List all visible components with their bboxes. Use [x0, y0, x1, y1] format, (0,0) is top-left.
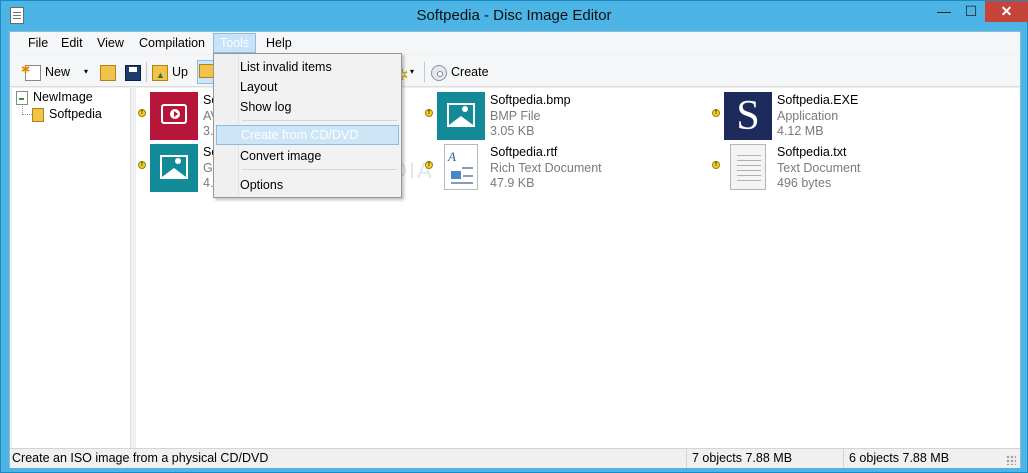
toolbar-separator	[146, 62, 147, 82]
file-name: Softpedia.txt	[777, 145, 847, 159]
menu-help[interactable]: Help	[260, 33, 298, 53]
file-name: Softpedia.rtf	[490, 145, 558, 159]
warning-icon: !	[712, 109, 720, 117]
status-bar: Create an ISO image from a physical CD/D…	[10, 448, 1020, 468]
menu-item-layout[interactable]: Layout	[216, 77, 399, 97]
disc-icon	[431, 64, 447, 81]
image-document-icon	[16, 90, 28, 105]
menu-file[interactable]: File	[22, 33, 54, 53]
create-button[interactable]: Create	[431, 61, 489, 83]
tree-node-label: NewImage	[33, 90, 93, 104]
menu-separator	[242, 120, 397, 121]
window-title: Softpedia - Disc Image Editor	[416, 7, 612, 24]
warning-icon: !	[712, 161, 720, 169]
menu-separator	[242, 169, 397, 170]
file-type: Rich Text Document	[490, 160, 602, 175]
exe-icon: S	[724, 92, 772, 140]
new-button[interactable]: New	[21, 59, 71, 83]
save-disk-icon	[125, 64, 141, 81]
file-name: Softpedia.EXE	[777, 93, 859, 107]
toolbar: New ▾ Up ✲ ▾ Create	[10, 55, 1020, 87]
status-selected-objects: 6 objects 7.88 MB	[843, 449, 993, 468]
menu-item-show-log[interactable]: Show log	[216, 97, 399, 117]
file-size: 4.12 MB	[777, 124, 824, 138]
status-total-objects: 7 objects 7.88 MB	[686, 449, 841, 468]
menu-item-list-invalid-items[interactable]: List invalid items	[216, 57, 399, 77]
new-dropdown-arrow-icon[interactable]: ▾	[84, 61, 88, 83]
file-type: BMP File	[490, 108, 541, 123]
image-icon	[150, 144, 198, 192]
file-size: 47.9 KB	[490, 176, 535, 190]
app-window: Softpedia - Disc Image Editor — ☐ ✕ File…	[0, 0, 1028, 473]
open-folder-icon	[100, 64, 116, 81]
menu-item-create-from-cd-dvd[interactable]: Create from CD/DVD	[216, 125, 399, 145]
menu-item-convert-image[interactable]: Convert image	[216, 146, 399, 166]
menu-view[interactable]: View	[91, 33, 130, 53]
image-icon	[437, 92, 485, 140]
file-name: Softpedia.bmp	[490, 93, 571, 107]
open-button[interactable]	[100, 61, 120, 83]
folder-tree: NewImage Softpedia	[12, 88, 131, 448]
resize-grip-icon[interactable]	[1006, 455, 1016, 465]
file-type: Text Document	[777, 160, 861, 175]
folder-up-icon	[152, 64, 168, 86]
new-document-icon	[21, 59, 41, 81]
warning-icon: !	[425, 161, 433, 169]
menu-item-options[interactable]: Options	[216, 175, 399, 195]
menu-edit[interactable]: Edit	[55, 33, 89, 53]
file-item[interactable]: ! A Softpedia.rtf Rich Text Document 47.…	[425, 144, 685, 192]
minimize-button[interactable]: —	[931, 1, 957, 22]
rtf-document-icon: A	[444, 144, 478, 190]
up-button[interactable]: Up	[152, 61, 188, 86]
close-button[interactable]: ✕	[985, 1, 1028, 22]
menu-compilation[interactable]: Compilation	[133, 33, 211, 53]
file-item[interactable]: ! Softpedia.txt Text Document 496 bytes	[712, 144, 972, 192]
tree-node-label: Softpedia	[49, 107, 102, 121]
title-bar[interactable]: Softpedia - Disc Image Editor — ☐ ✕	[1, 1, 1028, 31]
video-icon	[150, 92, 198, 140]
tools-dropdown-menu: List invalid items Layout Show log Creat…	[213, 53, 402, 198]
file-size: 496 bytes	[777, 176, 832, 190]
file-size: 3.05 KB	[490, 124, 535, 138]
warning-icon: !	[138, 161, 146, 169]
menu-bar: File Edit View Compilation Tools Help	[10, 32, 1020, 54]
maximize-button[interactable]: ☐	[958, 1, 984, 22]
settings-dropdown-arrow-icon[interactable]: ▾	[410, 61, 414, 83]
menu-tools[interactable]: Tools	[213, 33, 257, 53]
create-button-label: Create	[451, 65, 489, 79]
folder-icon	[32, 107, 44, 122]
warning-icon: !	[425, 109, 433, 117]
save-button[interactable]	[125, 61, 145, 83]
tree-node-folder[interactable]: Softpedia	[32, 106, 102, 123]
tree-node-root[interactable]: NewImage	[16, 89, 93, 106]
file-type: Application	[777, 108, 839, 123]
warning-icon: !	[138, 109, 146, 117]
text-document-icon	[730, 144, 766, 190]
client-area: File Edit View Compilation Tools Help Ne…	[9, 31, 1021, 468]
file-item[interactable]: ! S Softpedia.EXE Application 4.12 MB	[712, 92, 972, 140]
new-button-label: New	[45, 65, 71, 79]
toolbar-separator	[424, 62, 425, 82]
up-button-label: Up	[172, 65, 188, 79]
file-item[interactable]: ! Softpedia.bmp BMP File 3.05 KB	[425, 92, 685, 140]
status-message: Create an ISO image from a physical CD/D…	[12, 451, 269, 465]
